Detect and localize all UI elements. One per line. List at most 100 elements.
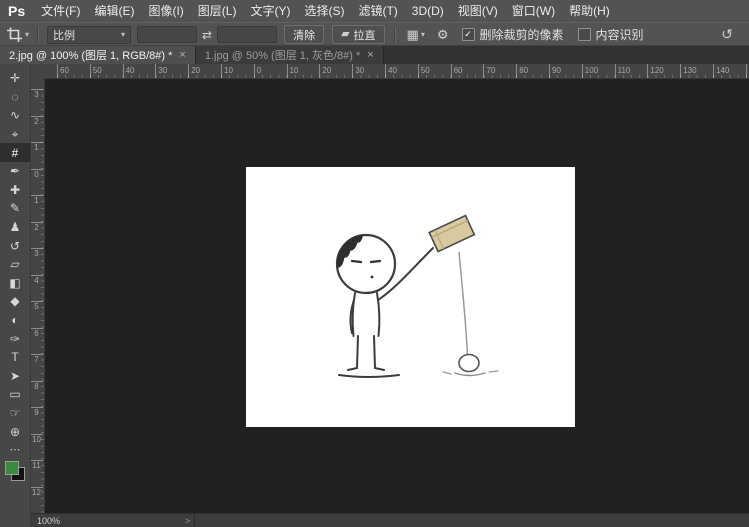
menu-item-6[interactable]: 选择(S) [297, 0, 351, 22]
menu-item-11[interactable]: 帮助(H) [562, 0, 617, 22]
h-ruler-mark: 10 [221, 64, 233, 78]
aspect-ratio-select[interactable]: 比例 ▾ [47, 26, 131, 44]
ruler-corner [30, 64, 45, 79]
v-ruler-mark: 1 [30, 142, 43, 152]
brush-tool[interactable]: ✎ [0, 199, 30, 218]
history-brush-tool[interactable]: ↺ [0, 236, 30, 255]
tab-document-1[interactable]: 1.jpg @ 50% (图层 1, 灰色/8#) * × [196, 45, 384, 64]
h-ruler-mark: 40 [385, 64, 397, 78]
h-ruler-mark: 20 [319, 64, 331, 78]
close-icon[interactable]: × [179, 49, 185, 61]
menu-item-8[interactable]: 3D(D) [405, 0, 451, 22]
clear-button[interactable]: 清除 [284, 25, 324, 44]
color-swatches[interactable] [5, 461, 25, 481]
hand-tool[interactable]: ☞ [0, 404, 30, 423]
h-ruler-mark: 30 [155, 64, 167, 78]
v-ruler-mark: 3 [30, 248, 43, 258]
menu-item-10[interactable]: 窗口(W) [505, 0, 562, 22]
path-selection-tool[interactable]: ➤ [0, 367, 30, 386]
delete-cropped-pixels-option[interactable]: ✓ 删除裁剪的像素 [462, 26, 564, 43]
dodge-tool[interactable]: ◐ [0, 311, 30, 330]
crop-tool[interactable]: # [0, 143, 30, 162]
type-tool[interactable]: T [0, 348, 30, 367]
gradient-tool[interactable]: ◧ [0, 274, 30, 293]
clone-stamp-tool[interactable]: ♟ [0, 218, 30, 237]
content-aware-option[interactable]: 内容识别 [578, 26, 644, 43]
h-ruler-mark: 90 [549, 64, 561, 78]
pen-tool[interactable]: ✑ [0, 329, 30, 348]
zoom-level[interactable]: 100% [30, 516, 67, 526]
h-ruler-mark: 140 [713, 64, 729, 78]
straighten-button-label: 拉直 [354, 27, 376, 43]
menu-item-7[interactable]: 滤镜(T) [351, 0, 404, 22]
spot-healing-tool[interactable]: ✚ [0, 181, 30, 200]
menu-item-4[interactable]: 图层(L) [191, 0, 244, 22]
v-ruler-mark: 2 [30, 116, 43, 126]
pour-stream [459, 252, 468, 356]
v-ruler-mark: 3 [30, 89, 43, 99]
menu-items: 文件(F)编辑(E)图像(I)图层(L)文字(Y)选择(S)滤镜(T)3D(D)… [34, 0, 617, 22]
status-divider [194, 514, 195, 527]
figure-eye-left [352, 261, 361, 262]
h-ruler-mark: 120 [647, 64, 663, 78]
reset-tool-button[interactable]: ↺ [721, 26, 745, 43]
close-icon[interactable]: × [367, 49, 373, 61]
tab-label: 2.jpg @ 100% (图层 1, RGB/8#) * [9, 47, 172, 63]
delete-cropped-pixels-label: 删除裁剪的像素 [480, 26, 564, 43]
v-ruler-mark: 9 [30, 407, 43, 417]
crop-height-input[interactable] [217, 26, 277, 43]
aspect-ratio-value: 比例 [53, 27, 75, 43]
delete-cropped-pixels-checkbox[interactable]: ✓ [462, 28, 475, 41]
marquee-tool[interactable]: ◌ [0, 88, 30, 107]
menu-item-1[interactable]: 文件(F) [34, 0, 87, 22]
chevron-down-icon: ▾ [421, 31, 425, 39]
eyedropper-tool[interactable]: ✒ [0, 162, 30, 181]
v-ruler-mark: 10 [30, 434, 43, 444]
menu-item-3[interactable]: 图像(I) [141, 0, 190, 22]
menu-item-2[interactable]: 编辑(E) [87, 0, 141, 22]
tools-panel: ✛◌∿⌖#✒✚✎♟↺▱◧◆◐✑T➤▭☞⊕ ⋯ [0, 64, 31, 527]
ground-lines [339, 375, 399, 377]
foreground-color-swatch[interactable] [5, 461, 19, 475]
content-aware-checkbox[interactable] [578, 28, 591, 41]
v-ruler-mark: 12 [30, 487, 43, 497]
lasso-tool[interactable]: ∿ [0, 106, 30, 125]
move-tool[interactable]: ✛ [0, 69, 30, 88]
eraser-tool[interactable]: ▱ [0, 255, 30, 274]
blur-tool[interactable]: ◆ [0, 292, 30, 311]
menu-item-9[interactable]: 视图(V) [451, 0, 505, 22]
menu-item-5[interactable]: 文字(Y) [243, 0, 297, 22]
h-ruler-mark: 30 [352, 64, 364, 78]
tool-preset-picker[interactable]: ▾ [4, 27, 32, 42]
status-chevron-icon[interactable]: > [185, 516, 190, 526]
figure-head [337, 235, 395, 293]
straighten-button[interactable]: ▰ 拉直 [332, 25, 384, 44]
options-divider [37, 27, 39, 43]
tab-document-2[interactable]: 2.jpg @ 100% (图层 1, RGB/8#) * × [0, 45, 196, 64]
figure-mouth [371, 276, 374, 279]
horizontal-ruler[interactable]: 6050403020100102030405060708090100110120… [44, 64, 749, 79]
v-ruler-mark: 6 [30, 328, 43, 338]
shape-tool[interactable]: ▭ [0, 385, 30, 404]
menu-bar: Ps 文件(F)编辑(E)图像(I)图层(L)文字(Y)选择(S)滤镜(T)3D… [0, 0, 749, 22]
document-canvas[interactable] [246, 167, 575, 427]
milk-carton [429, 216, 474, 252]
zoom-tool[interactable]: ⊕ [0, 422, 30, 441]
v-ruler-mark: 1 [30, 195, 43, 205]
h-ruler-mark: 70 [483, 64, 495, 78]
straighten-icon: ▰ [341, 29, 349, 40]
vertical-ruler[interactable]: 321012345678910111213 [30, 78, 45, 514]
swap-dimensions-icon[interactable]: ⇄ [200, 28, 214, 42]
tool-list: ✛◌∿⌖#✒✚✎♟↺▱◧◆◐✑T➤▭☞⊕ [0, 69, 30, 441]
h-ruler-mark: 100 [582, 64, 598, 78]
v-ruler-mark: 4 [30, 275, 43, 285]
h-ruler-mark: 60 [57, 64, 69, 78]
edit-toolbar-dots-icon[interactable]: ⋯ [10, 443, 21, 456]
crop-width-input[interactable] [137, 26, 197, 43]
crop-settings-button[interactable]: ⚙ [431, 27, 455, 43]
chevron-down-icon: ▾ [25, 31, 29, 39]
quick-selection-tool[interactable]: ⌖ [0, 125, 30, 144]
overlay-options-button[interactable]: ▦ ▾ [401, 27, 431, 43]
options-bar: ▾ 比例 ▾ ⇄ 清除 ▰ 拉直 ▦ ▾ ⚙ ✓ 删除裁剪的像素 内容识别 ↺ [0, 22, 749, 46]
options-divider [394, 27, 396, 43]
